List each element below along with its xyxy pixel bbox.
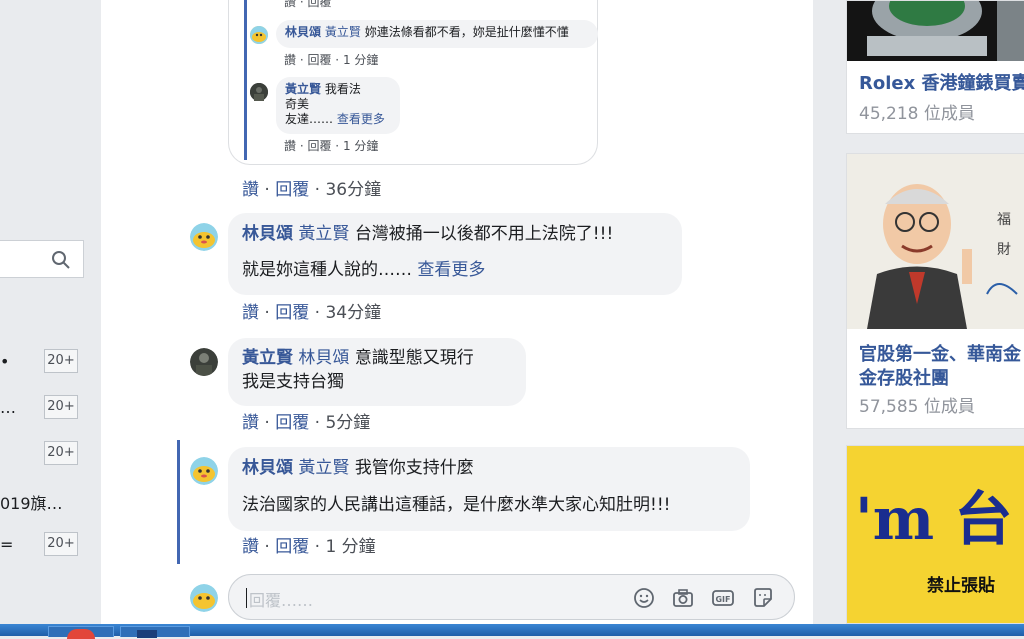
count-badge: 20+ bbox=[44, 395, 78, 419]
reply-link[interactable]: 回覆 bbox=[275, 180, 309, 200]
count-badge: 20+ bbox=[44, 441, 78, 465]
watch-image-icon bbox=[847, 0, 1024, 61]
group-suggestion-card[interactable]: 福 財 官股第一金、華南金 金存股社團 57,585 位成員 bbox=[846, 153, 1024, 429]
like-link[interactable]: 讚 bbox=[284, 139, 296, 153]
avatar[interactable] bbox=[250, 83, 268, 101]
comment-meta: 讚 · 回覆 · 36分鐘 bbox=[242, 180, 382, 200]
nested-top-meta: 讚 · 回覆 bbox=[284, 0, 332, 9]
like-link[interactable]: 讚 bbox=[242, 180, 259, 200]
caricature-image-icon: 福 財 bbox=[847, 154, 1024, 329]
group-suggestion-card[interactable]: Rolex 香港鐘錶買賣 45,218 位成員 bbox=[846, 0, 1024, 134]
group-title[interactable]: Rolex 香港鐘錶買賣 bbox=[859, 72, 1024, 96]
like-link[interactable]: 讚 bbox=[242, 413, 259, 433]
author-link[interactable]: 林貝頌 bbox=[285, 25, 321, 39]
avatar[interactable] bbox=[190, 348, 218, 376]
comment-bubble: 林貝頌 黃立賢 台灣被捅一以後都不用上法院了!!! 就是妳這種人說的…… 查看更… bbox=[228, 213, 682, 295]
comment-meta: 讚 · 回覆 · 5分鐘 bbox=[242, 413, 371, 433]
like-link[interactable]: 讚 bbox=[242, 303, 259, 323]
tag-link[interactable]: 黃立賢 bbox=[325, 25, 361, 39]
timestamp[interactable]: 1 分鐘 bbox=[343, 139, 378, 153]
comment-text: 就是妳這種人說的…… bbox=[242, 260, 412, 280]
taskbar-app-button[interactable] bbox=[48, 626, 114, 639]
timestamp[interactable]: 36分鐘 bbox=[325, 180, 381, 200]
avatar[interactable] bbox=[250, 26, 268, 44]
timestamp[interactable]: 34分鐘 bbox=[325, 303, 381, 323]
tag-link[interactable]: 林貝頌 bbox=[298, 348, 349, 368]
browser-icon bbox=[67, 629, 95, 639]
group-banner-text: 'm 台 bbox=[855, 485, 1013, 553]
tag-link[interactable]: 黃立賢 bbox=[298, 458, 349, 478]
nested-reply-bubble: 黃立賢 我看法 奇美 友達…… 查看更多 bbox=[276, 77, 400, 134]
timestamp[interactable]: 5分鐘 bbox=[325, 413, 370, 433]
reply-link[interactable]: 回覆 bbox=[275, 413, 309, 433]
sticker-icon[interactable] bbox=[751, 586, 775, 610]
nested-reply-bubble: 林貝頌 黃立賢 妳連法條看都不看，妳是扯什麼懂不懂 bbox=[276, 20, 598, 48]
sidebar-row[interactable]: … 20+ bbox=[0, 395, 84, 421]
column-gutter bbox=[813, 0, 845, 624]
tag-link[interactable]: 黃立賢 bbox=[298, 224, 349, 244]
camera-icon[interactable] bbox=[671, 586, 695, 610]
like-link[interactable]: 讚 bbox=[242, 537, 259, 557]
reply-link[interactable]: 回覆 bbox=[275, 303, 309, 323]
sidebar-row[interactable]: 019旗… bbox=[0, 487, 84, 513]
group-cover-image[interactable]: 福 財 bbox=[847, 154, 1024, 329]
comment-text: 我是支持台獨 bbox=[242, 372, 344, 392]
author-link[interactable]: 林貝頌 bbox=[242, 224, 293, 244]
svg-text:福: 福 bbox=[997, 212, 1011, 228]
comment-text: 妳連法條看都不看，妳是扯什麼懂不懂 bbox=[364, 25, 569, 39]
author-link[interactable]: 黃立賢 bbox=[242, 348, 293, 368]
nested-reply-meta: 讚 · 回覆 · 1 分鐘 bbox=[284, 53, 379, 67]
group-member-count: 57,585 位成員 bbox=[859, 397, 975, 417]
count-badge: 20+ bbox=[44, 349, 78, 373]
comment-text: 意識型態又現行 bbox=[354, 348, 474, 368]
group-banner-sub: 禁止張貼 bbox=[927, 576, 995, 596]
left-sidebar bbox=[0, 0, 100, 624]
reply-link[interactable]: 回覆 bbox=[307, 53, 331, 67]
sidebar-search-box[interactable] bbox=[0, 240, 84, 278]
reply-placeholder: 回覆…… bbox=[249, 591, 314, 610]
like-link[interactable]: 讚 bbox=[284, 53, 296, 67]
search-icon[interactable] bbox=[51, 250, 71, 270]
sidebar-row[interactable]: • 20+ bbox=[0, 349, 84, 375]
group-title[interactable]: 金存股社團 bbox=[859, 367, 949, 391]
sidebar-row[interactable]: = 20+ bbox=[0, 532, 84, 558]
nested-thread-line bbox=[244, 0, 247, 160]
comment-text: 我管你支持什麼 bbox=[354, 458, 474, 478]
os-taskbar bbox=[0, 624, 1024, 639]
nested-reply-meta: 讚 · 回覆 · 1 分鐘 bbox=[284, 139, 379, 153]
comment-meta: 讚 · 回覆 · 1 分鐘 bbox=[242, 537, 376, 557]
count-badge: 20+ bbox=[44, 532, 78, 556]
avatar[interactable] bbox=[190, 223, 218, 251]
comment-bubble: 黃立賢 林貝頌 意識型態又現行 我是支持台獨 bbox=[228, 338, 526, 406]
highlight-line bbox=[177, 440, 180, 564]
svg-text:GIF: GIF bbox=[715, 595, 730, 604]
emoji-icon[interactable] bbox=[632, 586, 656, 610]
author-link[interactable]: 林貝頌 bbox=[242, 458, 293, 478]
gif-icon[interactable]: GIF bbox=[711, 586, 735, 610]
comment-text: 法治國家的人民講出這種話，是什麼水準大家心知肚明!!! bbox=[242, 495, 671, 515]
reply-link[interactable]: 回覆 bbox=[275, 537, 309, 557]
current-user-avatar[interactable] bbox=[190, 584, 218, 612]
reply-input[interactable]: 回覆…… GIF bbox=[228, 574, 795, 620]
taskbar-app-button[interactable] bbox=[120, 626, 190, 638]
avatar[interactable] bbox=[190, 457, 218, 485]
group-member-count: 45,218 位成員 bbox=[859, 104, 975, 124]
group-title[interactable]: 官股第一金、華南金 bbox=[859, 343, 1021, 367]
svg-text:財: 財 bbox=[997, 242, 1011, 258]
comment-text: 台灣被捅一以後都不用上法院了!!! bbox=[354, 224, 614, 244]
comment-meta: 讚 · 回覆 · 34分鐘 bbox=[242, 303, 382, 323]
reply-link[interactable]: 回覆 bbox=[307, 139, 331, 153]
timestamp[interactable]: 1 分鐘 bbox=[325, 537, 375, 557]
app-icon bbox=[137, 630, 157, 638]
timestamp[interactable]: 1 分鐘 bbox=[343, 53, 378, 67]
sidebar-row[interactable]: 20+ bbox=[0, 441, 84, 467]
text-caret bbox=[246, 588, 247, 608]
comment-bubble: 林貝頌 黃立賢 我管你支持什麼 法治國家的人民講出這種話，是什麼水準大家心知肚明… bbox=[228, 447, 750, 531]
author-link[interactable]: 黃立賢 bbox=[285, 82, 321, 96]
group-cover-image[interactable] bbox=[847, 0, 1024, 61]
see-more-link[interactable]: 查看更多 bbox=[337, 112, 385, 126]
see-more-link[interactable]: 查看更多 bbox=[417, 260, 485, 280]
group-suggestion-card[interactable]: 'm 台 禁止張貼 bbox=[846, 445, 1024, 624]
